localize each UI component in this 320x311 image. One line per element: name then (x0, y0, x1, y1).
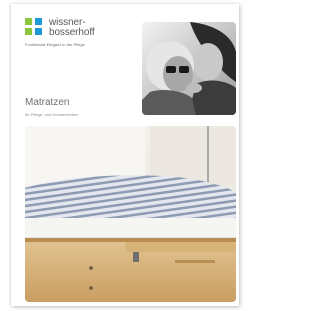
mattress-bed-photo (25, 126, 236, 302)
caregiver-photo (142, 22, 236, 115)
cover-title: Matratzen (25, 97, 70, 108)
brand-tagline: Funktionale Eleganz in der Pflege (25, 42, 85, 47)
brochure-cover: wissner- bosserhoff Funktionale Eleganz … (11, 4, 239, 306)
logo-squares-icon (25, 18, 45, 38)
brand-name-line2: bosserhoff (49, 27, 95, 38)
cover-subtitle: für Pflege- und Krankenbetten (25, 112, 79, 117)
brand-logo: wissner- bosserhoff Funktionale Eleganz … (25, 16, 125, 56)
